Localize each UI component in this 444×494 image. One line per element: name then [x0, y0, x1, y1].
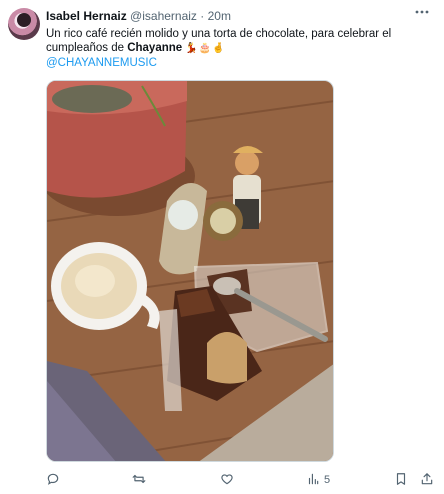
author-name[interactable]: Isabel Hernaiz	[46, 9, 127, 23]
share-button[interactable]	[420, 470, 434, 490]
views-button[interactable]: 5	[306, 470, 330, 490]
author-handle[interactable]: @isahernaiz	[130, 9, 197, 23]
post-text-bold: Chayanne	[127, 42, 183, 54]
tweet-header: Isabel Hernaiz @isahernaiz · 20m	[46, 9, 231, 24]
more-icon[interactable]	[412, 6, 432, 22]
bookmark-icon	[394, 472, 408, 489]
post-emojis: 💃🎂🤞	[185, 43, 226, 54]
views-icon	[306, 472, 320, 489]
share-icon	[420, 472, 434, 489]
like-button[interactable]	[220, 470, 234, 490]
post-text: Un rico café recién molido y una torta d…	[46, 27, 426, 56]
action-bar: 5	[0, 470, 444, 490]
reply-icon	[46, 472, 60, 489]
separator-dot: ·	[200, 9, 205, 23]
views-count: 5	[324, 474, 331, 486]
reply-button[interactable]	[46, 470, 60, 490]
like-icon	[220, 472, 234, 489]
post-photo[interactable]	[46, 80, 334, 462]
tweet: Isabel Hernaiz @isahernaiz · 20m Un rico…	[0, 0, 444, 494]
avatar[interactable]	[8, 8, 40, 40]
post-time[interactable]: 20m	[208, 9, 231, 23]
mention-link[interactable]: @CHAYANNEMUSIC	[46, 56, 157, 70]
retweet-button[interactable]	[132, 470, 146, 490]
bookmark-button[interactable]	[394, 470, 408, 490]
retweet-icon	[132, 472, 146, 489]
photo-illustration	[47, 81, 333, 461]
